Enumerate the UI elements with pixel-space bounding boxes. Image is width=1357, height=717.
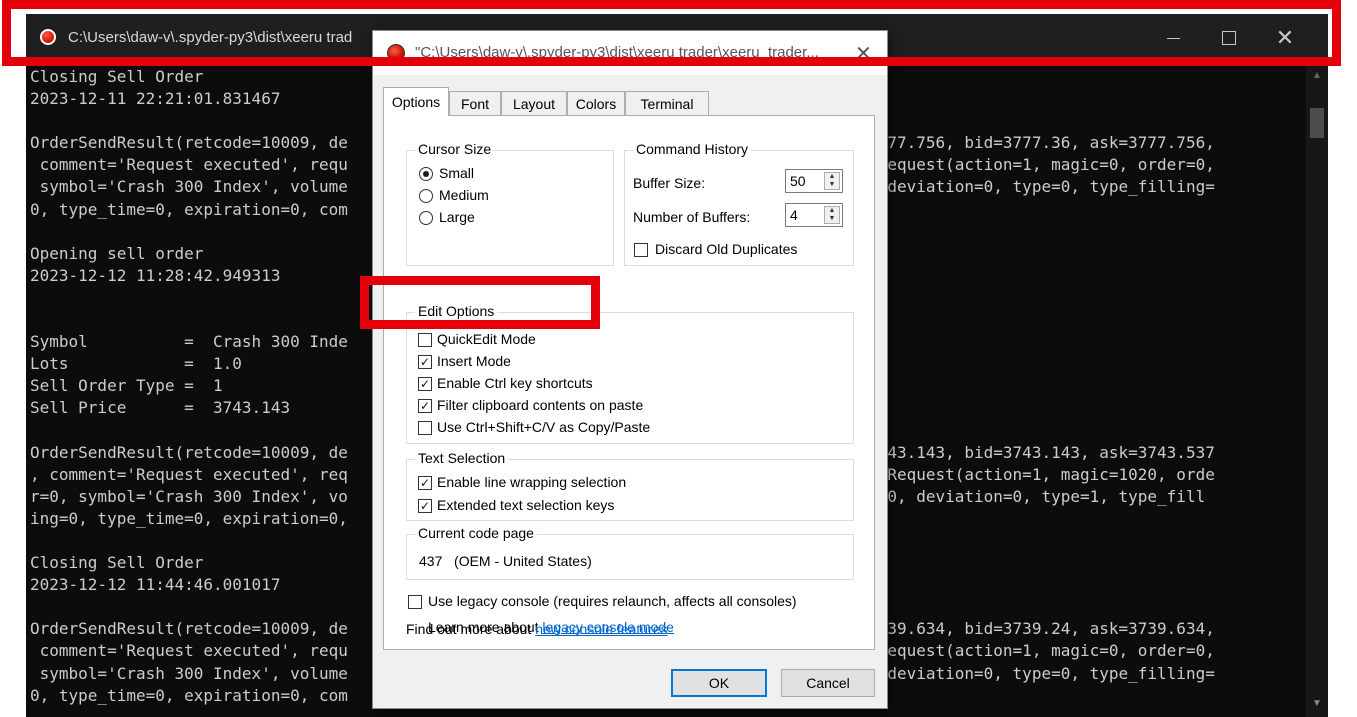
app-icon[interactable] <box>40 29 56 45</box>
edit-options-group: Edit Options QuickEdit Mode ✓ Insert Mod… <box>406 303 854 444</box>
insert-mode-checkbox[interactable]: ✓ <box>418 355 432 369</box>
legacy-console-checkbox[interactable] <box>408 595 422 609</box>
minimize-icon <box>1166 37 1180 39</box>
ok-button[interactable]: OK <box>671 669 767 697</box>
minimize-button[interactable] <box>1150 22 1196 54</box>
ctrl-shift-copy-label[interactable]: Use Ctrl+Shift+C/V as Copy/Paste <box>437 419 650 435</box>
buffer-size-spinner[interactable]: 50 ▲ ▼ <box>785 169 843 193</box>
buffer-size-label: Buffer Size: <box>633 175 706 191</box>
insert-mode-label[interactable]: Insert Mode <box>437 353 511 369</box>
scroll-down-icon[interactable]: ▼ <box>1312 698 1322 709</box>
quickedit-label[interactable]: QuickEdit Mode <box>437 331 536 347</box>
radio-large-label[interactable]: Large <box>439 209 475 225</box>
discard-duplicates-label[interactable]: Discard Old Duplicates <box>655 241 797 257</box>
extended-keys-label[interactable]: Extended text selection keys <box>437 497 614 513</box>
tab-font[interactable]: Font <box>449 91 501 115</box>
cancel-button[interactable]: Cancel <box>781 669 875 697</box>
dialog-titlebar[interactable]: "C:\Users\daw-v\.spyder-py3\dist\xeeru t… <box>373 31 887 75</box>
num-buffers-spin-icon[interactable]: ▲ ▼ <box>824 206 840 224</box>
console-scrollbar[interactable]: ▲ ▼ <box>1306 62 1328 717</box>
close-icon: ✕ <box>1275 25 1295 50</box>
quickedit-checkbox[interactable] <box>418 333 432 347</box>
features-prefix: Find out more about <box>406 621 536 637</box>
num-buffers-spinner[interactable]: 4 ▲ ▼ <box>785 203 843 227</box>
extended-keys-checkbox[interactable]: ✓ <box>418 499 432 513</box>
features-line: Find out more about new console features <box>406 621 668 637</box>
num-buffers-label: Number of Buffers: <box>633 209 751 225</box>
radio-small[interactable] <box>419 167 433 181</box>
tab-options[interactable]: Options <box>383 87 449 116</box>
ctrl-shortcuts-label[interactable]: Enable Ctrl key shortcuts <box>437 375 593 391</box>
code-page-value: 437 (OEM - United States) <box>419 553 592 569</box>
close-button[interactable]: ✕ <box>1262 22 1308 54</box>
scroll-thumb[interactable] <box>1310 108 1324 138</box>
buffer-size-spin-icon[interactable]: ▲ ▼ <box>824 172 840 190</box>
console-title: C:\Users\daw-v\.spyder-py3\dist\xeeru tr… <box>68 29 353 46</box>
radio-small-label[interactable]: Small <box>439 165 474 181</box>
code-page-label: Current code page <box>415 525 537 541</box>
text-selection-group: Text Selection ✓ Enable line wrapping se… <box>406 450 854 521</box>
num-buffers-value[interactable]: 4 <box>790 207 798 223</box>
code-page-group: Current code page 437 (OEM - United Stat… <box>406 525 854 580</box>
properties-dialog: "C:\Users\daw-v\.spyder-py3\dist\xeeru t… <box>372 30 888 709</box>
scroll-up-icon[interactable]: ▲ <box>1312 70 1322 81</box>
radio-medium-label[interactable]: Medium <box>439 187 489 203</box>
line-wrapping-checkbox[interactable]: ✓ <box>418 476 432 490</box>
maximize-icon <box>1222 31 1236 45</box>
dialog-close-icon[interactable]: ✕ <box>855 41 872 66</box>
ctrl-shortcuts-checkbox[interactable]: ✓ <box>418 377 432 391</box>
tab-terminal[interactable]: Terminal <box>625 91 709 115</box>
radio-medium[interactable] <box>419 189 433 203</box>
dialog-title: "C:\Users\daw-v\.spyder-py3\dist\xeeru t… <box>415 44 819 61</box>
edit-options-label: Edit Options <box>415 303 498 319</box>
maximize-button[interactable] <box>1206 22 1252 54</box>
filter-clipboard-label[interactable]: Filter clipboard contents on paste <box>437 397 643 413</box>
dialog-app-icon <box>387 44 405 62</box>
radio-large[interactable] <box>419 211 433 225</box>
line-wrapping-label[interactable]: Enable line wrapping selection <box>437 474 626 490</box>
text-selection-label: Text Selection <box>415 450 509 466</box>
buffer-size-value[interactable]: 50 <box>790 173 806 189</box>
ctrl-shift-copy-checkbox[interactable] <box>418 421 432 435</box>
tab-layout[interactable]: Layout <box>501 91 567 115</box>
options-panel: Cursor Size Small Medium Large Command H… <box>383 115 875 650</box>
discard-duplicates-checkbox[interactable] <box>634 243 648 257</box>
filter-clipboard-checkbox[interactable]: ✓ <box>418 399 432 413</box>
cursor-size-group: Cursor Size Small Medium Large <box>406 141 614 266</box>
cursor-size-label: Cursor Size <box>415 141 495 157</box>
command-history-group: Command History Buffer Size: 50 ▲ ▼ Numbe… <box>624 141 854 266</box>
tab-colors[interactable]: Colors <box>567 91 625 115</box>
new-features-link[interactable]: new console features <box>535 621 667 637</box>
command-history-label: Command History <box>633 141 752 157</box>
legacy-console-label[interactable]: Use legacy console (requires relaunch, a… <box>428 593 797 609</box>
